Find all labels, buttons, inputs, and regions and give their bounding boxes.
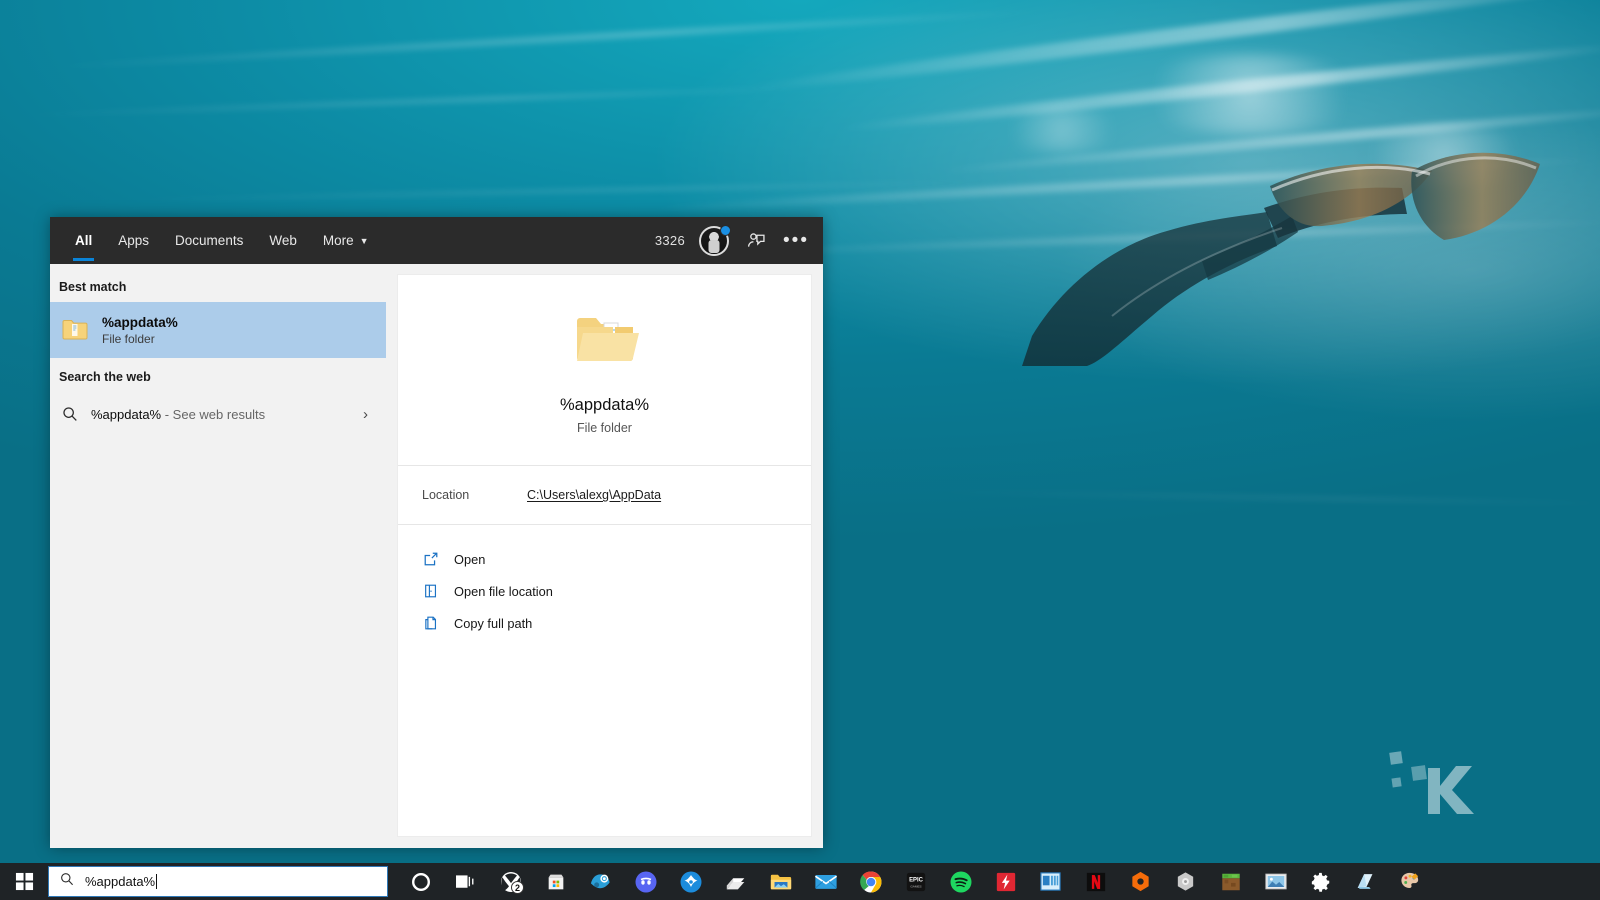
discord-icon[interactable]	[623, 863, 668, 900]
taskbar-search-input[interactable]: %appdata%	[85, 874, 158, 889]
text-caret	[156, 874, 158, 889]
open-folder-icon	[576, 318, 639, 362]
battlenet-icon[interactable]	[668, 863, 713, 900]
best-match-header: Best match	[59, 280, 127, 294]
location-label: Location	[422, 488, 470, 502]
search-icon	[63, 407, 77, 421]
taskbar-search-box[interactable]: %appdata%	[48, 866, 388, 897]
action-open-file-location-label: Open file location	[454, 583, 553, 599]
settings-gear-icon[interactable]	[1298, 863, 1343, 900]
chevron-right-icon[interactable]: ›	[363, 406, 376, 423]
web-result-suffix: - See web results	[161, 406, 266, 422]
steam-icon[interactable]	[578, 863, 623, 900]
preview-subtitle: File folder	[577, 421, 632, 435]
light-ray	[32, 7, 1056, 72]
open-in-new-icon	[422, 550, 440, 568]
search-panel-body: Best match %appdata% File folder Search …	[50, 264, 823, 848]
preview-title: %appdata%	[560, 396, 649, 414]
tab-more-label: More	[322, 233, 354, 248]
photos-icon[interactable]	[1253, 863, 1298, 900]
windows-search-panel: All Apps Documents Web More ▼ 3326 ••• B…	[50, 217, 823, 848]
more-options-icon[interactable]: •••	[783, 228, 809, 254]
taskbar-search-value: %appdata%	[85, 874, 156, 889]
action-copy-full-path[interactable]: Copy full path	[398, 607, 811, 639]
folder-icon	[62, 320, 88, 340]
tab-web[interactable]: Web	[256, 217, 310, 264]
epic-games-icon[interactable]: EPIC GAMES	[893, 863, 938, 900]
gray-app-icon[interactable]	[1163, 863, 1208, 900]
search-the-web-header: Search the web	[59, 370, 151, 384]
preview-block: %appdata% File folder	[398, 275, 811, 466]
spotify-icon[interactable]	[938, 863, 983, 900]
xbox-badge: 2	[511, 881, 524, 894]
eraser-app-icon[interactable]	[713, 863, 758, 900]
best-match-subtitle: File folder	[102, 331, 155, 346]
watermark-logo	[1389, 751, 1474, 814]
light-ray	[0, 84, 832, 119]
avatar[interactable]	[699, 224, 731, 256]
search-detail-pane: %appdata% File folder Location C:\Users\…	[397, 274, 812, 837]
tab-documents[interactable]: Documents	[162, 217, 256, 264]
search-panel-header: All Apps Documents Web More ▼ 3326 •••	[50, 217, 823, 264]
microsoft-store-icon[interactable]	[533, 863, 578, 900]
cortana-icon[interactable]	[398, 863, 443, 900]
feedback-person-icon[interactable]	[743, 228, 769, 254]
taskbar-app-icons: 2 EPIC GAMES	[388, 863, 1433, 900]
best-match-text: %appdata% File folder	[102, 315, 178, 346]
search-tabs: All Apps Documents Web More ▼	[50, 217, 382, 264]
task-view-icon[interactable]	[443, 863, 488, 900]
chrome-icon[interactable]	[848, 863, 893, 900]
search-icon	[59, 871, 75, 892]
actions-block: Open Open file location Copy full path	[398, 525, 811, 649]
best-match-result-row[interactable]: %appdata% File folder	[50, 302, 386, 358]
best-match-title: %appdata%	[102, 314, 178, 330]
header-count: 3326	[654, 233, 685, 248]
start-button[interactable]	[0, 863, 48, 900]
web-result-row[interactable]: %appdata% - See web results ›	[50, 392, 386, 436]
search-header-actions: 3326 •••	[654, 224, 823, 256]
action-open-label: Open	[454, 551, 486, 567]
tab-more[interactable]: More ▼	[310, 217, 382, 264]
copy-icon	[422, 614, 440, 632]
search-results-pane: Best match %appdata% File folder Search …	[50, 264, 386, 848]
light-ray	[880, 488, 1600, 507]
location-link[interactable]: C:\Users\alexg\AppData	[527, 488, 661, 502]
lightning-app-icon[interactable]	[983, 863, 1028, 900]
avatar-notification-badge	[720, 224, 731, 236]
paint-3d-icon[interactable]	[1388, 863, 1433, 900]
tab-all[interactable]: All	[62, 217, 105, 264]
location-block: Location C:\Users\alexg\AppData	[398, 466, 811, 525]
action-copy-full-path-label: Copy full path	[454, 615, 533, 631]
action-open-file-location[interactable]: Open file location	[398, 575, 811, 607]
svg-text:GAMES: GAMES	[910, 884, 921, 888]
xbox-icon[interactable]: 2	[488, 863, 533, 900]
windows-logo-icon	[15, 872, 33, 891]
tab-apps-label: Apps	[118, 233, 150, 248]
file-explorer-icon[interactable]	[758, 863, 803, 900]
web-result-query: %appdata%	[91, 406, 162, 422]
tab-web-label: Web	[269, 233, 297, 248]
tab-documents-label: Documents	[175, 233, 244, 248]
web-result-label: %appdata% - See web results	[91, 407, 265, 422]
media-tool-icon[interactable]	[1028, 863, 1073, 900]
action-open[interactable]: Open	[398, 543, 811, 575]
mail-icon[interactable]	[803, 863, 848, 900]
taskbar: %appdata% 2 EPIC GAMES	[0, 863, 1600, 900]
svg-text:EPIC: EPIC	[909, 877, 924, 883]
origin-icon[interactable]	[1118, 863, 1163, 900]
chevron-down-icon: ▼	[359, 236, 369, 246]
minecraft-icon[interactable]	[1208, 863, 1253, 900]
tab-all-label: All	[75, 233, 93, 248]
sticky-notes-icon[interactable]	[1343, 863, 1388, 900]
open-file-location-icon	[422, 582, 440, 600]
netflix-icon[interactable]	[1073, 863, 1118, 900]
tab-apps[interactable]: Apps	[105, 217, 162, 264]
freediver-silhouette	[1022, 152, 1540, 366]
